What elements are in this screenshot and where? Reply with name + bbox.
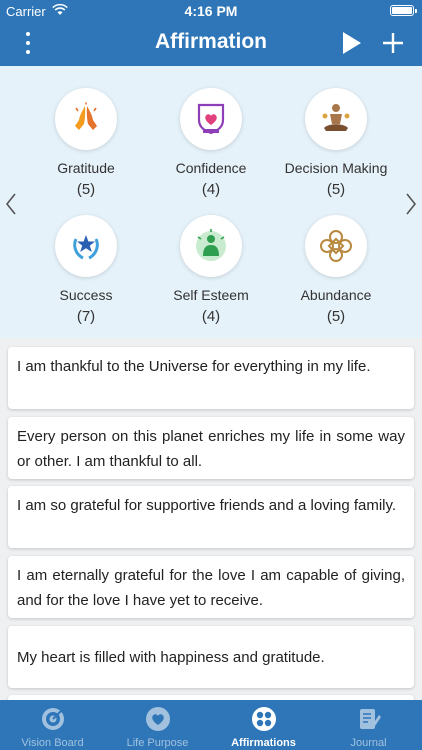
category-name: Self Esteem — [173, 287, 249, 303]
chevron-left-icon[interactable] — [4, 192, 18, 216]
navigation-bar: Affirmation — [0, 22, 422, 66]
tab-journal[interactable]: Journal — [316, 700, 421, 750]
tab-affirmations[interactable]: Affirmations — [211, 700, 316, 750]
status-bar: Carrier 4:16 PM — [0, 0, 422, 22]
affirmation-text: I am so grateful for supportive friends … — [17, 497, 397, 514]
tab-label: Vision Board — [21, 737, 84, 749]
affirmation-text: Every person on this planet enriches my … — [17, 428, 405, 470]
journal-icon — [360, 709, 381, 729]
category-count: (4) — [201, 181, 221, 198]
affirmation-card[interactable]: I am eternally grateful for the love I a… — [8, 556, 414, 618]
category-panel: Gratitude (5) Confidence (4) Decision Ma… — [0, 66, 422, 338]
glowing-person-icon — [196, 229, 226, 261]
category-icon-circle — [180, 88, 242, 150]
category-count: (5) — [76, 181, 96, 198]
category-count: (5) — [326, 181, 346, 198]
category-decision-making[interactable]: Decision Making (5) — [271, 88, 401, 198]
tab-label: Life Purpose — [126, 737, 189, 749]
add-icon[interactable] — [380, 30, 406, 56]
affirmation-card[interactable]: I am thankful to the Universe for everyt… — [8, 347, 414, 409]
affirmation-card[interactable]: Every person on this planet enriches my … — [8, 417, 414, 479]
target-icon — [42, 708, 64, 730]
category-icon-circle — [180, 215, 242, 277]
category-name: Abundance — [300, 287, 372, 303]
category-count: (7) — [76, 308, 96, 325]
shield-heart-icon — [197, 103, 225, 135]
chevron-right-icon[interactable] — [404, 192, 418, 216]
affirmation-wheel-icon — [252, 707, 276, 731]
play-icon[interactable] — [340, 30, 364, 56]
category-icon-circle — [55, 88, 117, 150]
category-icon-circle — [305, 215, 367, 277]
category-name: Success — [59, 287, 113, 303]
category-name: Gratitude — [57, 160, 115, 176]
category-gratitude[interactable]: Gratitude (5) — [21, 88, 151, 198]
tab-life-purpose[interactable]: Life Purpose — [105, 700, 210, 750]
affirmation-card[interactable]: My heart is filled with happiness and gr… — [8, 626, 414, 688]
affirmation-text: I am eternally grateful for the love I a… — [17, 567, 405, 609]
tab-bar: Vision Board Life Purpose Affirmations J… — [0, 700, 422, 750]
praying-hands-icon — [75, 102, 97, 130]
tab-label: Journal — [350, 737, 387, 749]
tab-label: Affirmations — [231, 737, 296, 749]
category-icon-circle — [55, 215, 117, 277]
knot-icon — [320, 230, 352, 262]
tab-vision-board[interactable]: Vision Board — [0, 700, 105, 750]
affirmation-list: I am thankful to the Universe for everyt… — [0, 338, 422, 700]
category-icon-circle — [305, 88, 367, 150]
affirmation-card[interactable]: I am so grateful for supportive friends … — [8, 486, 414, 548]
category-abundance[interactable]: Abundance (5) — [271, 215, 401, 325]
category-count: (5) — [326, 308, 346, 325]
top-bar: Carrier 4:16 PM Affirmation — [0, 0, 422, 66]
category-confidence[interactable]: Confidence (4) — [146, 88, 276, 198]
affirmation-text: I am thankful to the Universe for everyt… — [17, 358, 371, 375]
meditating-person-icon — [322, 104, 350, 131]
category-success[interactable]: Success (7) — [21, 215, 151, 325]
category-name: Decision Making — [284, 160, 388, 176]
affirmation-text: My heart is filled with happiness and gr… — [17, 648, 325, 666]
laurel-star-icon — [73, 235, 99, 260]
battery-icon — [390, 5, 417, 16]
heart-icon — [146, 707, 170, 731]
category-count: (4) — [201, 308, 221, 325]
clock: 4:16 PM — [184, 3, 238, 19]
category-self-esteem[interactable]: Self Esteem (4) — [146, 215, 276, 325]
category-name: Confidence — [175, 160, 247, 176]
